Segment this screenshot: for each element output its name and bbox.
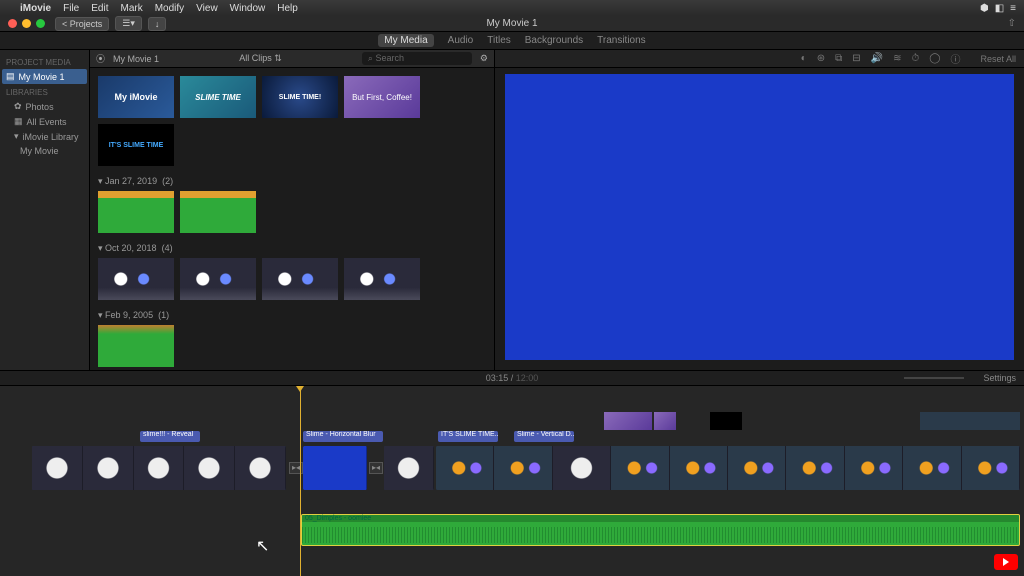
filter-icon[interactable]: ◯	[929, 53, 940, 64]
cursor-icon: ↖	[256, 536, 269, 556]
video-clip[interactable]	[32, 446, 286, 490]
timeline-header: 03:15 / 12:00 Settings	[0, 370, 1024, 386]
thumb-clip[interactable]	[180, 258, 256, 300]
window-title: My Movie 1	[486, 18, 537, 29]
video-clip[interactable]	[303, 446, 367, 490]
menu-app[interactable]: iMovie	[20, 3, 51, 14]
title-clip[interactable]: IT'S SLIME TIME...	[438, 431, 498, 442]
info-icon[interactable]: ⓘ	[950, 51, 960, 66]
tab-my-media[interactable]: My Media	[378, 34, 433, 47]
reset-all-button[interactable]: Reset All	[980, 54, 1016, 64]
volume-icon[interactable]: 🔊	[871, 53, 883, 64]
media-tabs: My Media Audio Titles Backgrounds Transi…	[0, 32, 1024, 50]
overlay-clip[interactable]	[604, 412, 652, 430]
record-icon[interactable]: ⦿	[96, 52, 105, 65]
thumb-clip[interactable]	[98, 191, 174, 233]
menu-modify[interactable]: Modify	[155, 3, 184, 14]
status-icon[interactable]: ⬢	[980, 3, 989, 14]
color-balance-icon[interactable]: ◐	[801, 53, 807, 64]
window-titlebar: < Projects ☰▾ ↓ My Movie 1 ⇧	[0, 16, 1024, 32]
thumb-my-imovie[interactable]: My iMovie	[98, 76, 174, 118]
timeline-settings-button[interactable]: Settings	[983, 373, 1016, 383]
search-input[interactable]: ⌕ Search	[362, 52, 472, 65]
settings-icon[interactable]: ⚙	[480, 53, 488, 64]
thumb-clip[interactable]	[98, 325, 174, 367]
event-header[interactable]: ▾ Jan 27, 2019 (2)	[98, 176, 486, 187]
thumb-clip[interactable]	[98, 258, 174, 300]
thumb-clip[interactable]	[344, 258, 420, 300]
browser-title: My Movie 1	[113, 54, 159, 64]
transition-icon[interactable]: ▸◂	[369, 462, 383, 474]
menu-help[interactable]: Help	[277, 3, 298, 14]
sidebar-item-project[interactable]: ▤ My Movie 1	[2, 69, 87, 84]
overlay-clip[interactable]	[710, 412, 742, 430]
import-button[interactable]: ↓	[148, 17, 167, 31]
menu-file[interactable]: File	[63, 3, 79, 14]
media-browser: ⦿ My Movie 1 All Clips ⇅ ⌕ Search ⚙ My i…	[90, 50, 494, 370]
overlay-clip[interactable]	[920, 412, 1020, 430]
title-clip[interactable]: Slime - Horizontal Blur	[303, 431, 383, 442]
sidebar-item-my-movie[interactable]: My Movie	[6, 144, 83, 158]
status-icon[interactable]: ≡	[1010, 3, 1016, 14]
crop-icon[interactable]: ⧉	[835, 53, 842, 64]
event-header[interactable]: ▾ Oct 20, 2018 (4)	[98, 243, 486, 254]
youtube-icon	[994, 554, 1018, 570]
preview-canvas[interactable]	[505, 74, 1014, 360]
audio-clip[interactable]: 05_Dimples - oomiee	[301, 514, 1020, 546]
preview-viewer: ◐ ⊛ ⧉ ⊟ 🔊 ≋ ⏱ ◯ ⓘ Reset All	[494, 50, 1024, 370]
title-clip[interactable]: slime!!! - Reveal	[140, 431, 200, 442]
menu-view[interactable]: View	[196, 3, 218, 14]
playhead-time: 03:15 / 12:00	[486, 373, 539, 383]
menu-edit[interactable]: Edit	[91, 3, 108, 14]
tab-titles[interactable]: Titles	[487, 35, 511, 46]
sidebar-header: PROJECT MEDIA	[6, 58, 83, 67]
traffic-lights[interactable]	[0, 19, 45, 28]
playhead[interactable]	[300, 386, 301, 576]
back-projects-button[interactable]: < Projects	[55, 17, 109, 31]
stabilize-icon[interactable]: ⊟	[852, 53, 860, 64]
speed-icon[interactable]: ⏱	[911, 53, 919, 64]
video-clip[interactable]	[436, 446, 1020, 490]
thumb-clip[interactable]	[180, 191, 256, 233]
filter-dropdown[interactable]: All Clips ⇅	[239, 53, 282, 64]
thumb-slime-time-2[interactable]: SLIME TIME!	[262, 76, 338, 118]
timeline[interactable]: slime!!! - Reveal Slime - Horizontal Blu…	[0, 386, 1024, 576]
thumb-clip[interactable]	[262, 258, 338, 300]
tab-audio[interactable]: Audio	[448, 35, 474, 46]
title-clip[interactable]: Slime - Vertical D...	[514, 431, 574, 442]
status-icon[interactable]: ◧	[995, 3, 1004, 14]
video-clip[interactable]	[384, 446, 434, 490]
tab-backgrounds[interactable]: Backgrounds	[525, 35, 583, 46]
sidebar-item-photos[interactable]: ✿ Photos	[6, 99, 83, 114]
thumb-its-slime-time[interactable]: IT'S SLIME TIME	[98, 124, 174, 166]
zoom-slider[interactable]	[904, 377, 964, 379]
sidebar-header: LIBRARIES	[6, 88, 83, 97]
event-header[interactable]: ▾ Feb 9, 2005 (1)	[98, 310, 486, 321]
share-button[interactable]: ⇧	[1008, 18, 1016, 29]
tab-transitions[interactable]: Transitions	[597, 35, 646, 46]
menu-mark[interactable]: Mark	[120, 3, 142, 14]
thumb-coffee[interactable]: But First, Coffee!	[344, 76, 420, 118]
thumb-slime-time[interactable]: SLIME TIME	[180, 76, 256, 118]
overlay-clip[interactable]	[654, 412, 676, 430]
noise-icon[interactable]: ≋	[893, 53, 901, 64]
sidebar-item-all-events[interactable]: ▦ All Events	[6, 114, 83, 129]
menubar: iMovie File Edit Mark Modify View Window…	[0, 0, 1024, 16]
color-correct-icon[interactable]: ⊛	[817, 53, 825, 64]
view-mode-button[interactable]: ☰▾	[115, 16, 142, 31]
audio-clip-label: 05_Dimples - oomiee	[302, 515, 1019, 522]
sidebar-item-library[interactable]: ▾iMovie Library	[6, 129, 83, 144]
menu-window[interactable]: Window	[230, 3, 266, 14]
sidebar: PROJECT MEDIA ▤ My Movie 1 LIBRARIES ✿ P…	[0, 50, 90, 370]
